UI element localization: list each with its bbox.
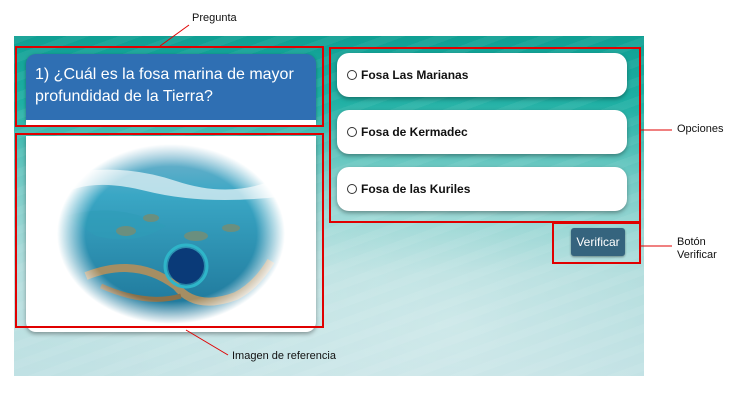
annotation-boton-line1: Botón [677, 236, 706, 248]
annotation-pregunta: Pregunta [192, 12, 237, 24]
annotation-lines [159, 24, 672, 356]
annotation-imagen: Imagen de referencia [232, 350, 336, 362]
annotation-opciones: Opciones [677, 123, 724, 135]
annotation-boton-line2: Verificar [677, 249, 717, 261]
